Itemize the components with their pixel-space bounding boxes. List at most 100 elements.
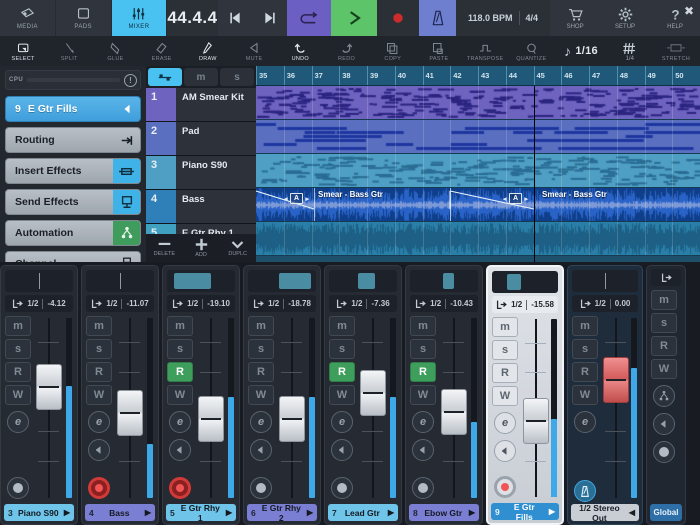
automation-marker-a[interactable]: A bbox=[290, 193, 303, 204]
output-row[interactable]: 1/2-11.07 bbox=[86, 295, 154, 312]
pan-control[interactable] bbox=[329, 270, 397, 292]
volume-fader[interactable] bbox=[603, 357, 629, 403]
edit-button[interactable]: e bbox=[412, 411, 434, 433]
tool-quantize[interactable]: QUANTIZE bbox=[508, 36, 554, 66]
solo-button[interactable]: s bbox=[492, 340, 518, 360]
mute-button[interactable]: m bbox=[86, 316, 112, 336]
lane-track-5[interactable] bbox=[256, 222, 700, 256]
write-automation-button[interactable]: W bbox=[86, 385, 112, 405]
shop-button[interactable]: SHOP bbox=[550, 0, 600, 36]
record-disabled-button[interactable] bbox=[331, 477, 353, 499]
pan-control[interactable] bbox=[86, 270, 154, 292]
lane-track-1[interactable] bbox=[256, 86, 700, 120]
duplicate-track-button[interactable]: DUPLC bbox=[219, 239, 256, 257]
channel-name-bar[interactable]: 9E Gtr Fills▶ bbox=[491, 503, 559, 520]
mute-button[interactable]: m bbox=[167, 316, 193, 336]
record-arm-button[interactable]: R bbox=[248, 362, 274, 382]
track-edit-button[interactable] bbox=[148, 68, 182, 86]
automation-icon[interactable] bbox=[113, 221, 140, 245]
listen-button[interactable] bbox=[494, 440, 516, 462]
channel-arrow-icon[interactable]: ▶ bbox=[469, 508, 475, 517]
edit-button[interactable]: e bbox=[169, 411, 191, 433]
lane-track-2[interactable] bbox=[256, 120, 700, 154]
channel-strip[interactable]: 1/2-10.43msRWe8Ebow Gtr▶ bbox=[405, 265, 483, 525]
pan-control[interactable] bbox=[167, 270, 235, 292]
loop-button[interactable] bbox=[287, 0, 331, 36]
sidebar-item-automation[interactable]: Automation bbox=[5, 220, 141, 246]
track-name[interactable]: Pad bbox=[176, 122, 256, 155]
collapse-icon[interactable]: ◀ bbox=[629, 508, 635, 517]
channel-arrow-icon[interactable]: ▶ bbox=[226, 508, 232, 517]
listen-button[interactable] bbox=[412, 439, 434, 461]
record-dot-icon[interactable] bbox=[653, 441, 675, 463]
sidebar-item-routing[interactable]: Routing bbox=[5, 127, 141, 153]
tempo-display[interactable]: 118.0 BPM 4/4 bbox=[456, 0, 550, 36]
edit-button[interactable]: e bbox=[331, 411, 353, 433]
write-automation-button[interactable]: W bbox=[329, 385, 355, 405]
channel-arrow-icon[interactable]: ▶ bbox=[549, 507, 555, 516]
channel-name-bar[interactable]: 3Piano S90▶ bbox=[4, 504, 74, 521]
fader-zone[interactable] bbox=[439, 316, 478, 502]
send-icon[interactable] bbox=[113, 190, 140, 214]
alert-icon[interactable]: ! bbox=[124, 74, 137, 87]
record-arm-button[interactable]: R bbox=[167, 362, 193, 382]
channel-strip[interactable]: 1/2-11.07msRWe4Bass▶ bbox=[81, 265, 159, 525]
record-arm-button[interactable]: R bbox=[329, 362, 355, 382]
tool-undo[interactable]: UNDO bbox=[277, 36, 323, 66]
sidebar-item-channel-name[interactable]: 9 E Gtr Fills bbox=[5, 96, 141, 122]
metronome-button[interactable] bbox=[574, 480, 596, 502]
delete-track-button[interactable]: DELETE bbox=[146, 239, 183, 257]
output-row[interactable]: 1/2-4.12 bbox=[5, 295, 73, 312]
pan-control[interactable] bbox=[5, 270, 73, 292]
channel-name-bar[interactable]: 6E Gtr Rhy 2▶ bbox=[247, 504, 317, 521]
channel-strip[interactable]: 1/2-15.58msRWe9E Gtr Fills▶ bbox=[486, 265, 564, 525]
solo-button[interactable]: s bbox=[248, 339, 274, 359]
volume-fader[interactable] bbox=[279, 396, 305, 442]
record-arm-button[interactable]: R bbox=[492, 363, 518, 383]
record-disabled-button[interactable] bbox=[7, 477, 29, 499]
lane-track-3[interactable] bbox=[256, 154, 700, 188]
tool-glue[interactable]: GLUE bbox=[92, 36, 138, 66]
listen-button[interactable] bbox=[250, 439, 272, 461]
mute-button[interactable]: m bbox=[5, 316, 31, 336]
channel-arrow-icon[interactable]: ▶ bbox=[388, 508, 394, 517]
channel-arrow-icon[interactable]: ▶ bbox=[145, 508, 151, 517]
record-arm-button[interactable]: R bbox=[651, 336, 677, 356]
volume-fader[interactable] bbox=[117, 390, 143, 436]
tool-mute[interactable]: MUTE bbox=[231, 36, 277, 66]
listen-button[interactable] bbox=[88, 439, 110, 461]
channel-arrow-icon[interactable]: ▶ bbox=[307, 508, 313, 517]
volume-fader[interactable] bbox=[360, 370, 386, 416]
mute-button[interactable]: m bbox=[329, 316, 355, 336]
channel-strip[interactable]: 1/2-4.12msRWe3Piano S90▶ bbox=[0, 265, 78, 525]
solo-button[interactable]: s bbox=[167, 339, 193, 359]
listen-icon[interactable] bbox=[653, 413, 675, 435]
collapse-left-icon[interactable] bbox=[113, 97, 140, 121]
tool-erase[interactable]: ERASE bbox=[139, 36, 185, 66]
pan-control[interactable] bbox=[492, 271, 558, 293]
solo-button[interactable]: s bbox=[410, 339, 436, 359]
previous-button[interactable] bbox=[218, 0, 253, 36]
global-strip[interactable]: msRWGlobal bbox=[646, 265, 686, 525]
playhead[interactable] bbox=[534, 86, 536, 262]
solo-button[interactable]: s bbox=[5, 339, 31, 359]
track-row[interactable]: 2Pad bbox=[146, 122, 256, 156]
track-row[interactable]: 3Piano S90 bbox=[146, 156, 256, 190]
tool-select[interactable]: SELECT bbox=[0, 36, 46, 66]
volume-fader[interactable] bbox=[441, 389, 467, 435]
edit-button[interactable]: e bbox=[494, 412, 516, 434]
channel-name-bar[interactable]: 7Lead Gtr▶ bbox=[328, 504, 398, 521]
master-strip[interactable]: 1/20.00msRWe1/2 Stereo Out◀ bbox=[567, 265, 643, 525]
sidebar-item-insert-effects[interactable]: Insert Effects bbox=[5, 158, 141, 184]
fader-zone[interactable] bbox=[115, 316, 154, 502]
output-row[interactable]: 1/20.00 bbox=[572, 295, 638, 312]
channel-name-bar[interactable]: 8Ebow Gtr▶ bbox=[409, 504, 479, 521]
output-row[interactable]: 1/2-15.58 bbox=[492, 296, 558, 313]
solo-button[interactable]: s bbox=[572, 339, 598, 359]
setup-button[interactable]: SETUP bbox=[600, 0, 650, 36]
track-name[interactable]: E Gtr Rhy 1 bbox=[176, 224, 256, 234]
volume-fader[interactable] bbox=[36, 364, 62, 410]
track-row[interactable]: 4Bass bbox=[146, 190, 256, 224]
solo-button[interactable]: s bbox=[651, 313, 677, 333]
record-arm-button[interactable]: R bbox=[86, 362, 112, 382]
